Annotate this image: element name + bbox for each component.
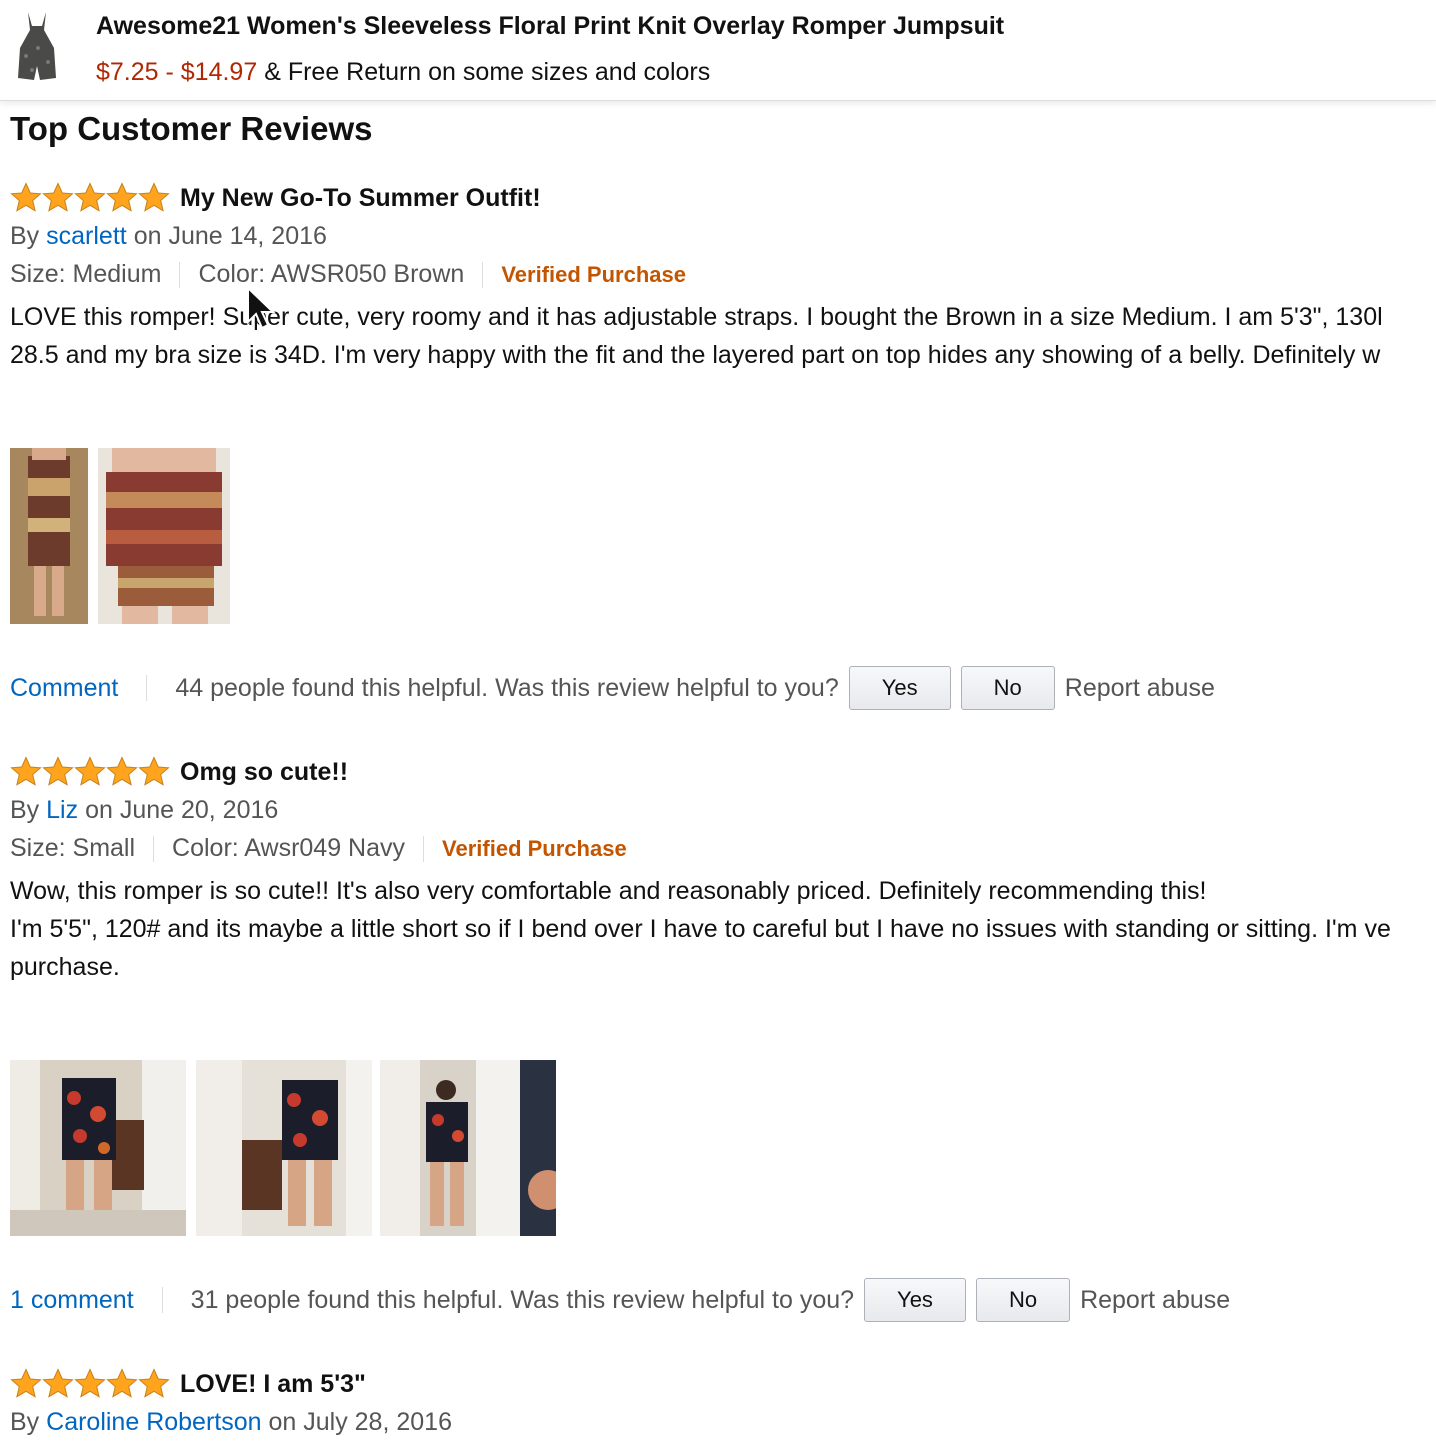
star-rating[interactable] [10, 1368, 170, 1400]
star-icon [42, 1368, 74, 1398]
review-3: LOVE! I am 5'3" By Caroline Robertson on… [10, 1368, 1436, 1442]
size-label[interactable]: Size: Medium [10, 260, 161, 289]
section-title: Top Customer Reviews [10, 110, 373, 147]
review-date: on June 20, 2016 [85, 796, 279, 824]
review-title[interactable]: Omg so cute!! [180, 758, 348, 787]
star-icon [10, 756, 42, 786]
helpful-no-button[interactable]: No [960, 666, 1055, 710]
color-label[interactable]: Color: Awsr049 Navy [172, 834, 405, 863]
star-icon [106, 756, 138, 786]
by-label: By [10, 222, 40, 250]
size-label[interactable]: Size: Small [10, 834, 135, 863]
star-icon [106, 182, 138, 212]
review-date: on June 14, 2016 [133, 222, 327, 250]
divider [161, 1287, 163, 1313]
review-date: on July 28, 2016 [268, 1408, 452, 1436]
star-icon [74, 182, 106, 212]
color-label[interactable]: Color: AWSR050 Brown [198, 260, 464, 289]
product-header-bar: Awesome21 Women's Sleeveless Floral Prin… [0, 0, 1436, 101]
helpful-no-button[interactable]: No [975, 1278, 1071, 1322]
star-rating[interactable] [10, 182, 170, 214]
product-price-line: $7.25 - $14.97 & Free Return on some siz… [96, 58, 710, 87]
review-photo[interactable] [196, 1060, 372, 1236]
star-icon [10, 182, 42, 212]
review-byline: By scarlett on June 14, 2016 [10, 222, 327, 251]
author-link[interactable]: scarlett [46, 222, 127, 250]
helpful-yes-button[interactable]: Yes [864, 1278, 966, 1322]
star-icon [74, 1368, 106, 1398]
verified-purchase-badge[interactable]: Verified Purchase [501, 262, 686, 288]
review-photo[interactable] [10, 1060, 186, 1236]
star-icon [138, 756, 170, 786]
review-byline: By Caroline Robertson on July 28, 2016 [10, 1408, 452, 1437]
star-icon [10, 1368, 42, 1398]
helpful-yes-button[interactable]: Yes [848, 666, 951, 710]
product-title[interactable]: Awesome21 Women's Sleeveless Floral Prin… [96, 12, 1004, 41]
star-icon [138, 1368, 170, 1398]
review-photo[interactable] [10, 448, 88, 624]
star-icon [106, 1368, 138, 1398]
review-meta: Size: Small Color: Awsr049 Navy Verified… [10, 834, 627, 863]
shipping-note: & Free Return on some sizes and colors [264, 58, 711, 86]
verified-purchase-badge[interactable]: Verified Purchase [442, 836, 627, 862]
report-abuse-link[interactable]: Report abuse [1065, 674, 1215, 703]
helpful-text: 31 people found this helpful. Was this r… [190, 1285, 855, 1314]
divider [146, 675, 148, 701]
author-link[interactable]: Caroline Robertson [46, 1408, 261, 1436]
review-body: Wow, this romper is so cute!! It's also … [10, 877, 1391, 981]
report-abuse-link[interactable]: Report abuse [1080, 1286, 1230, 1315]
divider [423, 835, 425, 862]
review-2: Omg so cute!! By Liz on June 20, 2016 Si… [10, 756, 1436, 1336]
star-icon [74, 756, 106, 786]
divider [153, 835, 155, 862]
divider [482, 261, 484, 288]
mouse-cursor-icon [247, 286, 276, 330]
comment-link[interactable]: Comment [10, 674, 118, 703]
review-body: LOVE this romper! Super cute, very roomy… [10, 303, 1383, 369]
by-label: By [10, 1408, 40, 1436]
product-price: $7.25 - $14.97 [96, 58, 258, 86]
review-actions: 1 comment 31 people found this helpful. … [10, 1278, 1230, 1322]
review-title[interactable]: My New Go-To Summer Outfit! [180, 184, 541, 213]
by-label: By [10, 796, 40, 824]
star-icon [42, 182, 74, 212]
star-rating[interactable] [10, 756, 170, 788]
review-actions: Comment 44 people found this helpful. Wa… [10, 666, 1215, 710]
author-link[interactable]: Liz [46, 796, 78, 824]
review-photo[interactable] [98, 448, 230, 624]
star-icon [138, 182, 170, 212]
helpful-text: 44 people found this helpful. Was this r… [175, 673, 839, 702]
review-1: My New Go-To Summer Outfit! By scarlett … [10, 182, 1436, 762]
comment-link[interactable]: 1 comment [10, 1286, 134, 1315]
review-title[interactable]: LOVE! I am 5'3" [180, 1370, 366, 1399]
review-meta: Size: Medium Color: AWSR050 Brown Verifi… [10, 260, 686, 289]
review-byline: By Liz on June 20, 2016 [10, 796, 278, 825]
star-icon [42, 756, 74, 786]
product-thumbnail[interactable] [8, 8, 66, 92]
review-photo[interactable] [380, 1060, 556, 1236]
divider [179, 261, 181, 288]
